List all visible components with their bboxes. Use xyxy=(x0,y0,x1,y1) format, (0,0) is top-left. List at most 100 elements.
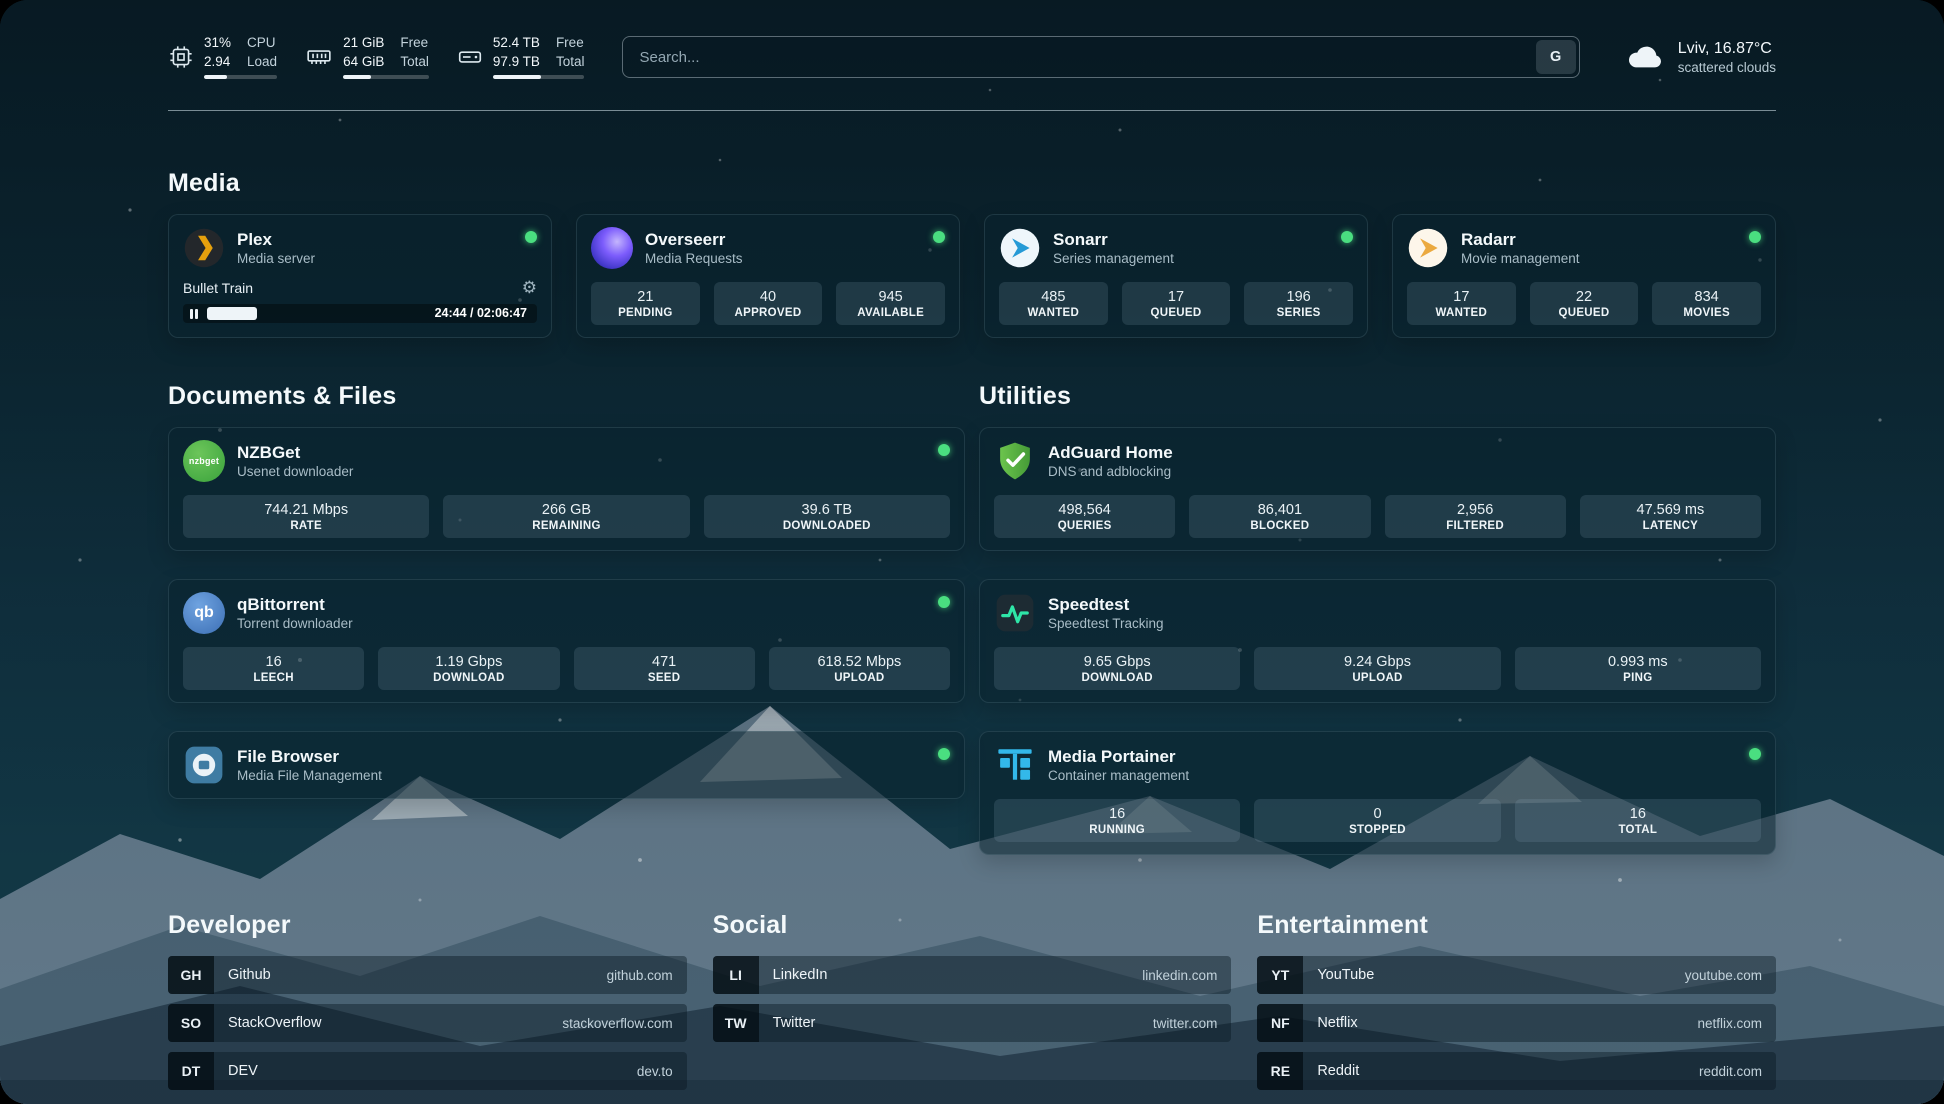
memory-free-value: 21 GiB xyxy=(343,35,384,52)
link-name: StackOverflow xyxy=(228,1015,321,1031)
stat-value: 744.21 Mbps xyxy=(264,502,348,518)
plex-playback-time: 24:44 / 02:06:47 xyxy=(435,304,527,323)
qbittorrent-icon-text: qb xyxy=(194,604,214,622)
linkedin-abbr-badge: LI xyxy=(713,956,759,994)
link-netflix[interactable]: NF Netflix netflix.com xyxy=(1257,1004,1776,1042)
overseerr-icon xyxy=(591,227,633,269)
stat-label: PENDING xyxy=(618,307,673,319)
stat-value: 266 GB xyxy=(542,502,591,518)
link-stackoverflow[interactable]: SO StackOverflow stackoverflow.com xyxy=(168,1004,687,1042)
link-name: DEV xyxy=(228,1063,258,1079)
disk-total-value: 97.9 TB xyxy=(493,54,540,71)
radarr-status-dot xyxy=(1749,231,1761,243)
stat-stopped: 0 STOPPED xyxy=(1254,799,1500,842)
link-reddit[interactable]: RE Reddit reddit.com xyxy=(1257,1052,1776,1090)
radarr-card[interactable]: Radarr Movie management 17 WANTED 22 QUE… xyxy=(1392,214,1776,338)
social-section-title: Social xyxy=(713,911,1232,940)
speedtest-subtitle: Speedtest Tracking xyxy=(1048,616,1164,631)
search-bar[interactable]: G xyxy=(622,36,1579,78)
nzbget-card[interactable]: nzbget NZBGet Usenet downloader 744.21 M… xyxy=(168,427,965,551)
pause-icon[interactable] xyxy=(190,309,198,319)
weather-location: Lviv, 16.87°C xyxy=(1678,40,1776,58)
overseerr-name: Overseerr xyxy=(645,230,743,250)
youtube-abbr-badge: YT xyxy=(1257,956,1303,994)
stat-value: 9.65 Gbps xyxy=(1084,654,1151,670)
link-url: linkedin.com xyxy=(1142,968,1217,983)
stat-label: LATENCY xyxy=(1643,520,1699,532)
filebrowser-icon xyxy=(183,744,225,786)
adguard-card[interactable]: AdGuard Home DNS and adblocking 498,564 … xyxy=(979,427,1776,551)
search-engine-button[interactable]: G xyxy=(1536,40,1576,74)
stat-rate: 744.21 Mbps RATE xyxy=(183,495,429,538)
link-dev[interactable]: DT DEV dev.to xyxy=(168,1052,687,1090)
nzbget-name: NZBGet xyxy=(237,443,353,463)
link-twitter[interactable]: TW Twitter twitter.com xyxy=(713,1004,1232,1042)
stat-label: REMAINING xyxy=(532,520,601,532)
stat-label: UPLOAD xyxy=(834,672,884,684)
stat-filtered: 2,956 FILTERED xyxy=(1385,495,1566,538)
stat-value: 0.993 ms xyxy=(1608,654,1668,670)
stat-label: APPROVED xyxy=(735,307,802,319)
disk-progress-fill xyxy=(493,75,542,79)
overseerr-card[interactable]: Overseerr Media Requests 21 PENDING 40 A… xyxy=(576,214,960,338)
stat-label: MOVIES xyxy=(1683,307,1730,319)
topbar: 31% 2.94 CPU Load xyxy=(168,30,1776,84)
portainer-card[interactable]: Media Portainer Container management 16 … xyxy=(979,731,1776,855)
sonarr-card[interactable]: Sonarr Series management 485 WANTED 17 Q… xyxy=(984,214,1368,338)
github-abbr-badge: GH xyxy=(168,956,214,994)
stat-remaining: 266 GB REMAINING xyxy=(443,495,689,538)
link-linkedin[interactable]: LI LinkedIn linkedin.com xyxy=(713,956,1232,994)
nzbget-subtitle: Usenet downloader xyxy=(237,464,353,479)
radarr-name: Radarr xyxy=(1461,230,1580,250)
documents-section-title: Documents & Files xyxy=(168,382,965,411)
speedtest-icon xyxy=(994,592,1036,634)
gear-icon[interactable]: ⚙ xyxy=(522,279,537,296)
twitter-abbr-badge: TW xyxy=(713,1004,759,1042)
stat-download: 9.65 Gbps DOWNLOAD xyxy=(994,647,1240,690)
portainer-status-dot xyxy=(1749,748,1761,760)
speedtest-card[interactable]: Speedtest Speedtest Tracking 9.65 Gbps D… xyxy=(979,579,1776,703)
link-youtube[interactable]: YT YouTube youtube.com xyxy=(1257,956,1776,994)
memory-total-value: 64 GiB xyxy=(343,54,384,71)
search-input[interactable] xyxy=(623,40,1535,74)
filebrowser-card[interactable]: File Browser Media File Management xyxy=(168,731,965,799)
memory-free-label: Free xyxy=(400,35,429,52)
link-name: Netflix xyxy=(1317,1015,1357,1031)
stat-queries: 498,564 QUERIES xyxy=(994,495,1175,538)
filebrowser-subtitle: Media File Management xyxy=(237,768,382,783)
stat-value: 17 xyxy=(1453,289,1469,305)
stat-latency: 47.569 ms LATENCY xyxy=(1580,495,1761,538)
stat-label: QUERIES xyxy=(1058,520,1112,532)
radarr-subtitle: Movie management xyxy=(1461,251,1580,266)
plex-playback-bar[interactable]: 24:44 / 02:06:47 xyxy=(183,304,537,323)
stat-value: 16 xyxy=(266,654,282,670)
cpu-load-label: Load xyxy=(247,54,277,71)
link-url: youtube.com xyxy=(1685,968,1762,983)
stat-value: 40 xyxy=(760,289,776,305)
link-name: LinkedIn xyxy=(773,967,828,983)
plex-card[interactable]: Plex Media server Bullet Train ⚙ 24:44 /… xyxy=(168,214,552,338)
memory-progress-fill xyxy=(343,75,371,79)
stat-value: 498,564 xyxy=(1058,502,1110,518)
qbittorrent-icon: qb xyxy=(183,592,225,634)
link-github[interactable]: GH Github github.com xyxy=(168,956,687,994)
stat-value: 86,401 xyxy=(1258,502,1302,518)
link-url: netflix.com xyxy=(1697,1016,1762,1031)
stat-ping: 0.993 ms PING xyxy=(1515,647,1761,690)
disk-total-label: Total xyxy=(556,54,585,71)
stat-value: 9.24 Gbps xyxy=(1344,654,1411,670)
stat-label: DOWNLOADED xyxy=(783,520,871,532)
link-url: stackoverflow.com xyxy=(562,1016,672,1031)
system-widgets: 31% 2.94 CPU Load xyxy=(168,35,584,80)
section-documents: Documents & Files nzbget NZBGet Usenet d… xyxy=(168,382,965,855)
netflix-abbr-badge: NF xyxy=(1257,1004,1303,1042)
stat-label: BLOCKED xyxy=(1250,520,1309,532)
stat-value: 1.19 Gbps xyxy=(435,654,502,670)
link-url: reddit.com xyxy=(1699,1064,1762,1079)
plex-status-dot xyxy=(525,231,537,243)
stat-label: STOPPED xyxy=(1349,824,1406,836)
stat-label: SERIES xyxy=(1277,307,1321,319)
sonarr-subtitle: Series management xyxy=(1053,251,1174,266)
entertainment-section-title: Entertainment xyxy=(1257,911,1776,940)
qbittorrent-card[interactable]: qb qBittorrent Torrent downloader 16 xyxy=(168,579,965,703)
